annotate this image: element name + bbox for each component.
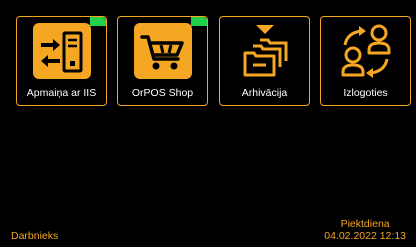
app-launcher-grid: Apmaiņa ar IIS OrPOS Shop Arhivācija Izl…	[16, 16, 411, 106]
switch-user-icon	[337, 23, 395, 79]
server-exchange-icon	[32, 23, 91, 79]
datetime-text: 04.02.2022 12:13	[324, 230, 406, 242]
status-indicator	[90, 17, 106, 26]
shopping-cart-icon	[133, 23, 192, 79]
tile-label: Arhivācija	[241, 87, 288, 99]
status-indicator	[191, 17, 207, 26]
user-role: Darbnieks	[11, 230, 59, 242]
tile-orpos-shop[interactable]: OrPOS Shop	[117, 16, 208, 106]
tile-label: OrPOS Shop	[131, 87, 194, 99]
tile-arhivacija[interactable]: Arhivācija	[219, 16, 310, 106]
tile-izlogoties[interactable]: Izlogoties	[320, 16, 411, 106]
tile-apmaina-ar-iis[interactable]: Apmaiņa ar IIS	[16, 16, 107, 106]
weekday-text: Piektdiena	[340, 218, 390, 230]
date-time-display: Piektdiena 04.02.2022 12:13	[324, 218, 406, 242]
tile-label: Izlogoties	[343, 87, 388, 99]
tile-label: Apmaiņa ar IIS	[26, 87, 97, 99]
archive-folders-icon	[236, 23, 294, 79]
